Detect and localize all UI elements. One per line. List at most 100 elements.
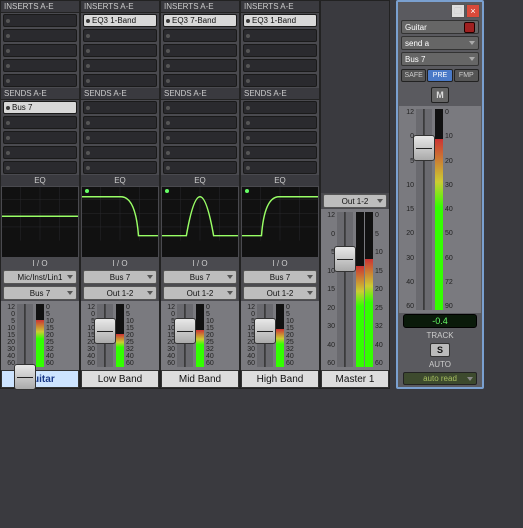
close-button[interactable]: × (466, 4, 480, 18)
send-slot[interactable] (3, 146, 77, 159)
send-selector[interactable]: send a (401, 36, 479, 50)
send-bus-selector[interactable]: Bus 7 (401, 52, 479, 66)
fmp-button[interactable]: FMP (454, 69, 479, 82)
input-selector[interactable]: Mic/Inst/Lin1 (3, 270, 77, 284)
send-slot[interactable] (163, 101, 237, 114)
insert-slot[interactable] (83, 29, 157, 42)
insert-slot[interactable] (3, 74, 77, 87)
insert-slot[interactable] (243, 29, 317, 42)
eq-graph[interactable] (242, 187, 318, 257)
send-slot[interactable] (163, 116, 237, 129)
send-slot[interactable] (83, 161, 157, 174)
send-slot[interactable] (3, 161, 77, 174)
fader-cap[interactable] (174, 318, 196, 344)
send-slot[interactable] (243, 131, 317, 144)
output-selector[interactable]: Out 1-2 (163, 286, 237, 300)
solo-button[interactable]: S (430, 343, 450, 357)
output-selector[interactable]: Out 1-2 (83, 286, 157, 300)
master-strip: Out 1-212051015203040600510152025324060M… (320, 0, 390, 389)
insert-slot[interactable]: EQ3 1-Band (243, 14, 317, 27)
output-selector[interactable]: Bus 7 (3, 286, 77, 300)
fader-cap[interactable] (254, 318, 276, 344)
fader-cap[interactable] (413, 135, 435, 161)
insert-slot[interactable] (163, 29, 237, 42)
fader-track[interactable] (17, 304, 33, 367)
insert-slot[interactable] (163, 59, 237, 72)
channel-name[interactable]: Mid Band (161, 370, 239, 388)
insert-slot[interactable] (243, 59, 317, 72)
insert-slot[interactable]: EQ3 1-Band (83, 14, 157, 27)
level-readout: -0.4 (403, 314, 477, 328)
track-section-label: TRACK (399, 329, 481, 342)
send-slot[interactable] (243, 161, 317, 174)
level-meter (196, 304, 204, 367)
fader-track[interactable] (337, 212, 353, 367)
channel-name[interactable]: Low Band (81, 370, 159, 388)
channel-strip: INSERTS A-ESENDS A-EBus 7EQI / OMic/Inst… (0, 0, 80, 389)
fader-track[interactable] (416, 109, 432, 310)
fader-cap[interactable] (94, 318, 116, 344)
insert-slot[interactable] (83, 74, 157, 87)
io-label: I / O (81, 258, 159, 269)
channel-strip: INSERTS A-EEQ3 1-BandSENDS A-EEQI / OBus… (240, 0, 320, 389)
fader-cap[interactable] (334, 246, 356, 272)
insert-slot[interactable] (3, 29, 77, 42)
track-selector[interactable]: Guitar (401, 20, 479, 34)
input-selector[interactable]: Bus 7 (83, 270, 157, 284)
io-label: I / O (161, 258, 239, 269)
input-selector[interactable]: Bus 7 (243, 270, 317, 284)
pre-button[interactable]: PRE (427, 69, 452, 82)
send-slot[interactable] (3, 131, 77, 144)
send-slot[interactable] (243, 101, 317, 114)
send-slot[interactable] (83, 131, 157, 144)
insert-slot[interactable] (83, 59, 157, 72)
eq-graph[interactable] (82, 187, 158, 257)
fader-track[interactable] (177, 304, 193, 367)
master-output-selector[interactable]: Out 1-2 (323, 194, 387, 208)
level-meter (356, 212, 364, 367)
send-slot[interactable] (163, 161, 237, 174)
channel-name[interactable]: High Band (241, 370, 319, 388)
channel-name[interactable]: Master 1 (321, 370, 389, 388)
send-slot[interactable] (83, 146, 157, 159)
input-selector[interactable]: Bus 7 (163, 270, 237, 284)
insert-slot[interactable] (3, 44, 77, 57)
insert-slot[interactable] (243, 74, 317, 87)
fader-track[interactable] (257, 304, 273, 367)
insert-slot[interactable] (243, 44, 317, 57)
send-slot[interactable] (83, 116, 157, 129)
eq-label: EQ (81, 175, 159, 186)
channel-strip: INSERTS A-EEQ3 1-BandSENDS A-EEQI / OBus… (80, 0, 160, 389)
record-enable-button[interactable] (464, 22, 475, 33)
send-slot[interactable] (243, 146, 317, 159)
send-slot[interactable] (243, 116, 317, 129)
eq-graph[interactable] (162, 187, 238, 257)
send-slot[interactable] (163, 146, 237, 159)
level-meter (116, 304, 124, 367)
insert-slot[interactable] (163, 74, 237, 87)
level-meter (276, 304, 284, 367)
fader-cap[interactable] (14, 364, 36, 390)
output-selector[interactable]: Out 1-2 (243, 286, 317, 300)
insert-slot[interactable]: EQ3 7-Band (163, 14, 237, 27)
automation-mode-selector[interactable]: auto read (403, 372, 477, 385)
insert-slot[interactable] (3, 59, 77, 72)
insert-slot[interactable] (83, 44, 157, 57)
fader-track[interactable] (97, 304, 113, 367)
eq-label: EQ (1, 175, 79, 186)
send-slot[interactable] (3, 116, 77, 129)
channel-name[interactable]: Guitar (1, 370, 79, 388)
sends-header: SENDS A-E (81, 88, 159, 100)
mute-button[interactable]: M (431, 87, 449, 103)
send-slot[interactable]: Bus 7 (3, 101, 77, 114)
safe-button[interactable]: SAFE (401, 69, 426, 82)
sends-header: SENDS A-E (161, 88, 239, 100)
insert-slot[interactable] (3, 14, 77, 27)
insert-slot[interactable] (163, 44, 237, 57)
send-slot[interactable] (163, 131, 237, 144)
auto-section-label: AUTO (399, 358, 481, 371)
send-slot[interactable] (83, 101, 157, 114)
restore-button[interactable]: ❐ (451, 4, 465, 18)
eq-graph[interactable] (2, 187, 78, 257)
level-meter (435, 109, 443, 310)
